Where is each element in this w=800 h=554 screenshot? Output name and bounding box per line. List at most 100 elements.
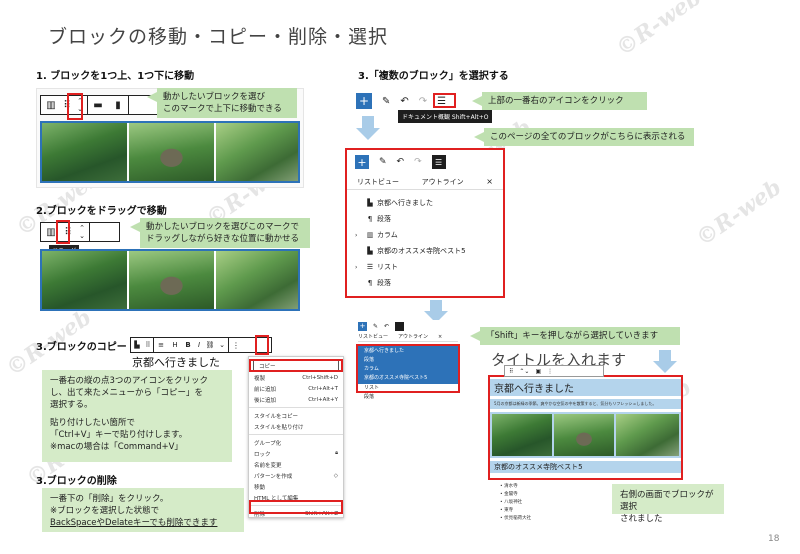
mini-tabs: リストビュー アウトライン ×: [358, 332, 458, 342]
columns-icon[interactable]: ▥: [41, 96, 61, 114]
block-options-menu: コピー 複製 Ctrl+Shift+D 前に追加 Ctrl+Alt+T 後に追加 Ct…: [248, 356, 344, 518]
note-text: 一番下の「削除」をクリック。: [50, 494, 169, 504]
chevron-down-icon[interactable]: ⌄: [216, 338, 228, 352]
chevron-right-icon[interactable]: ›: [355, 232, 363, 239]
align-icon[interactable]: ▬: [88, 96, 108, 114]
image-thumb: [129, 123, 214, 181]
list-panel-tabs: リストビュー アウトライン ×: [347, 174, 503, 190]
align-icon[interactable]: ≡: [154, 338, 168, 352]
add-block-icon[interactable]: +: [356, 93, 372, 109]
drag-handle-icon[interactable]: ⠿: [143, 338, 153, 352]
document-overview-icon[interactable]: ☰: [431, 155, 446, 169]
note-text: されました: [620, 514, 663, 524]
highlight-copy: [249, 359, 343, 372]
gallery-image-block[interactable]: [40, 249, 300, 311]
menu-item-insert-after[interactable]: 後に追加 Ctrl+Alt+Y: [249, 394, 343, 405]
list-item: • 伏見稲荷大社: [500, 516, 532, 521]
overview-tooltip: ドキュメント概観 Shift+Alt+O: [398, 110, 493, 123]
list-item[interactable]: › ▥ カラム: [355, 227, 495, 243]
menu-item-paste-styles[interactable]: スタイルを貼り付け: [249, 421, 343, 432]
list-item[interactable]: ▙ 京都へ行きました: [355, 195, 495, 211]
section4-note: 一番下の「削除」をクリック。 ※ブロックを選択した状態で BackSpaceやD…: [42, 488, 244, 532]
undo-icon[interactable]: ↶: [397, 157, 405, 167]
note-text: ※macの場合は「Command+V」: [50, 442, 183, 452]
link-icon[interactable]: ⛓: [204, 338, 216, 352]
menu-item-create-pattern[interactable]: パターンを作成 ◇: [249, 470, 343, 481]
note-text: 右側の画面でブロックが選択: [620, 490, 714, 512]
list-item[interactable]: ▙ 京都のオススメ寺院ベスト5: [355, 243, 495, 259]
menu-item-insert-before[interactable]: 前に追加 Ctrl+Alt+T: [249, 383, 343, 394]
drag-handle-icon[interactable]: ⠿: [509, 368, 513, 375]
document-overview-icon[interactable]: [395, 321, 405, 331]
image-thumb: [42, 123, 127, 181]
edit-pencil-icon[interactable]: ✎: [382, 96, 390, 107]
menu-item-group[interactable]: グループ化: [249, 437, 343, 448]
list-items: ▙ 京都へ行きました ¶ 段落 › ▥ カラム ▙ 京都のオススメ寺院ベスト5 › ☰ リスト…: [347, 190, 503, 291]
add-block-icon[interactable]: +: [358, 321, 367, 331]
redo-icon[interactable]: ↷: [414, 157, 422, 167]
section3-note: 一番右の縦の点3つのアイコンをクリック し、出て来たメニューから「コピー」を 選…: [42, 370, 232, 462]
mini-toolbar: + ✎ ↶: [358, 320, 458, 332]
list-view-panel: + ✎ ↶ ↷ ☰ リストビュー アウトライン × ▙ 京都へ行きました ¶ 段落 …: [345, 148, 505, 298]
tab-list-view[interactable]: リストビュー: [358, 333, 398, 340]
image-thumb: [492, 414, 552, 456]
chevron-right-icon[interactable]: ›: [355, 264, 363, 271]
move-up-down-icon[interactable]: ⌃⌄: [75, 223, 89, 241]
highlight-drag-handle: [56, 220, 70, 244]
close-icon[interactable]: ×: [486, 177, 493, 186]
list-panel-toolbar: + ✎ ↶ ↷ ☰: [347, 150, 503, 174]
selected-heading[interactable]: 京都へ行きました: [490, 379, 681, 396]
selected-heading[interactable]: 京都のオススメ寺院ベスト5: [490, 461, 681, 473]
watermark: ©R-web: [691, 174, 787, 252]
more-options-icon[interactable]: ⋮: [229, 338, 243, 352]
menu-item-move[interactable]: 移動: [249, 481, 343, 492]
gallery-image-block[interactable]: [40, 121, 300, 183]
image-thumb: [42, 251, 127, 309]
selected-paragraph[interactable]: 5月の京都は新緑の季節。爽やかな空気の中を散策すると、気分もリフレッシュしました…: [490, 399, 681, 409]
section1-bubble: 動かしたいブロックを選び このマークで上下に移動できる: [147, 88, 297, 118]
bookmark-icon[interactable]: ▙: [131, 338, 143, 352]
bold-icon[interactable]: B: [182, 338, 194, 352]
list-item[interactable]: ¶ 段落: [355, 211, 495, 227]
block-toolbar: ▙ ⠿ ≡ H B I ⛓ ⌄ ⋮: [130, 337, 272, 353]
group-icon[interactable]: ▣: [535, 368, 541, 375]
vertical-align-icon[interactable]: ▮: [108, 96, 128, 114]
undo-icon[interactable]: ↶: [400, 96, 408, 107]
arrow-down: [356, 128, 380, 140]
edit-pencil-icon[interactable]: ✎: [373, 323, 378, 330]
highlight-delete: [249, 500, 343, 514]
redo-icon[interactable]: ↷: [419, 96, 427, 107]
note-text: ※ブロックを選択した状態で: [50, 506, 160, 516]
list-icon: ☰: [366, 263, 374, 271]
section3-heading: 3.ブロックのコピー: [36, 342, 127, 353]
add-block-icon[interactable]: +: [355, 155, 369, 169]
list-item[interactable]: ¶ 段落: [355, 275, 495, 291]
menu-item-rename[interactable]: 名前を変更: [249, 459, 343, 470]
more-options-icon[interactable]: ⋮: [547, 368, 553, 375]
menu-item-duplicate[interactable]: 複製 Ctrl+Shift+D: [249, 372, 343, 383]
italic-icon[interactable]: I: [194, 338, 204, 352]
move-up-down-icon[interactable]: ⌃⌄: [519, 368, 529, 375]
section2-bubble: 動かしたいブロックを選びこのマークで ドラッグしながら好きな位置に動かせる: [130, 218, 310, 248]
menu-item-copy-styles[interactable]: スタイルをコピー: [249, 410, 343, 421]
note-text: 貼り付けしたい箇所で: [50, 418, 136, 428]
close-icon[interactable]: ×: [438, 334, 442, 340]
note-text: 「Ctrl+V」キーで貼り付けします。: [50, 430, 188, 440]
image-thumb: [616, 414, 679, 456]
edit-pencil-icon[interactable]: ✎: [379, 157, 387, 167]
list-item: • 東寺: [500, 508, 514, 513]
selected-gallery[interactable]: [490, 412, 681, 458]
tab-outline[interactable]: アウトライン: [422, 177, 487, 187]
bubble-text: 「Shift」キーを押しながら選択していきます: [486, 331, 659, 341]
block-toolbar: ▥ ⠿ ⌃ ⌄: [40, 222, 120, 242]
heading-level-icon[interactable]: H: [168, 338, 182, 352]
menu-item-lock[interactable]: ロック 🔒︎: [249, 448, 343, 459]
undo-icon[interactable]: ↶: [384, 323, 389, 330]
multi-block-toolbar: ⠿ ⌃⌄ ▣ ⋮: [504, 365, 604, 377]
list-item[interactable]: 段落: [358, 393, 458, 402]
bubble-text: 動かしたいブロックを選びこのマークで: [146, 222, 300, 232]
tab-outline[interactable]: アウトライン: [398, 333, 438, 340]
tab-list-view[interactable]: リストビュー: [357, 177, 422, 187]
section5-note-right: 右側の画面でブロックが選択 されました: [612, 484, 724, 524]
list-item[interactable]: › ☰ リスト: [355, 259, 495, 275]
